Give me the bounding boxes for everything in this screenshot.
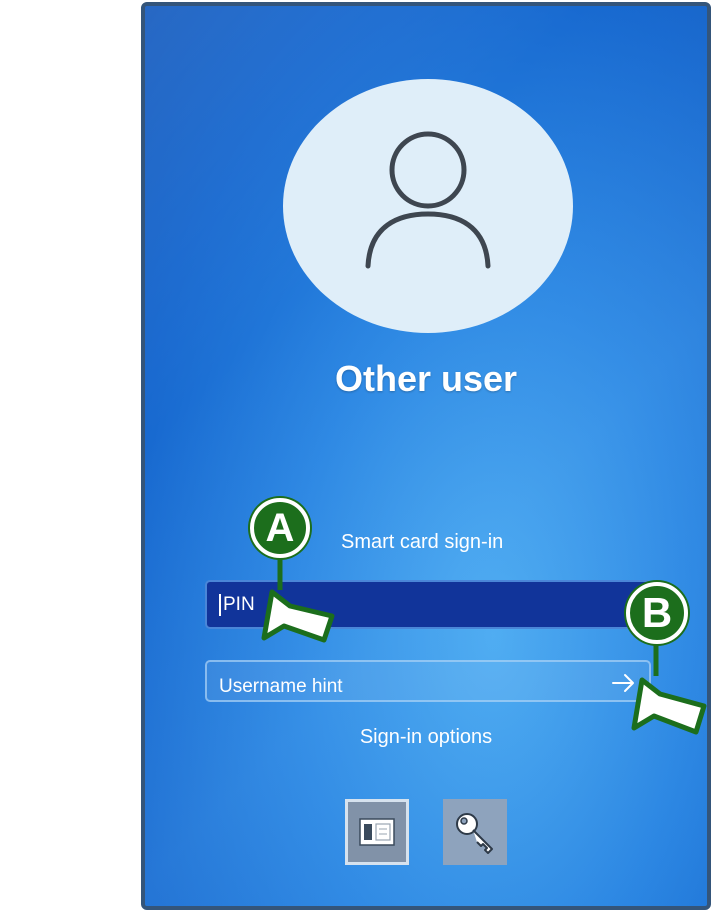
- username-hint-placeholder: Username hint: [219, 676, 343, 697]
- smart-card-signin-link[interactable]: Smart card sign-in: [341, 531, 503, 554]
- security-key-option-button[interactable]: [443, 799, 507, 865]
- user-name: Other user: [334, 358, 518, 399]
- key-icon: [456, 813, 493, 854]
- callout-a: A: [250, 498, 350, 658]
- username-hint-field[interactable]: Username hint: [205, 660, 651, 702]
- pointer-arrow-icon: [261, 558, 335, 643]
- callout-b: B: [622, 582, 717, 742]
- text-caret: [219, 594, 221, 616]
- user-avatar: [283, 79, 573, 333]
- user-silhouette-icon: [365, 131, 491, 269]
- pointer-arrow-icon: [631, 644, 707, 735]
- login-screen: Other user Smart card sign-in PIN Userna…: [141, 2, 711, 910]
- smart-card-icon: [359, 818, 395, 846]
- smart-card-option-button[interactable]: [345, 799, 409, 865]
